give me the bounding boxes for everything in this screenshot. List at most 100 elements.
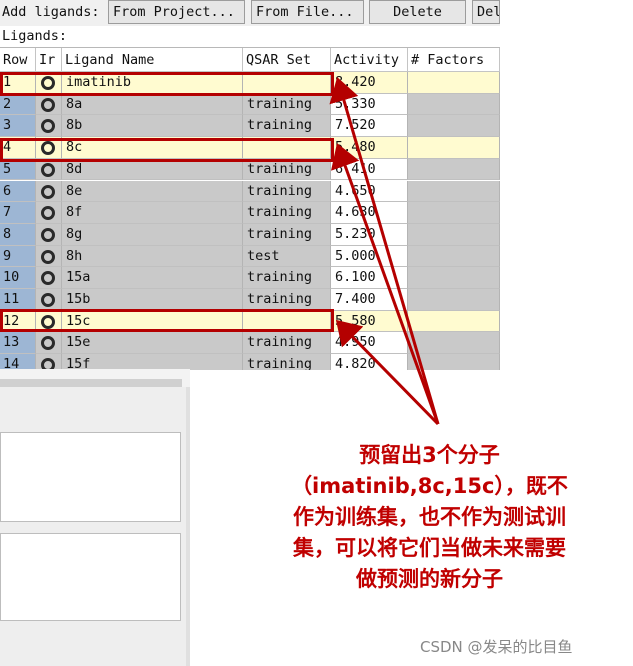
factors-cell[interactable]	[408, 223, 500, 246]
ligand-name-cell[interactable]: 15a	[62, 267, 243, 289]
factors-cell[interactable]	[408, 115, 500, 138]
activity-cell[interactable]: 6.100	[331, 267, 408, 289]
activity-cell[interactable]: 7.400	[331, 289, 408, 311]
include-circle-icon[interactable]	[41, 206, 55, 221]
include-cell[interactable]	[36, 289, 62, 311]
factors-cell[interactable]	[408, 93, 500, 116]
table-row[interactable]: 3 8b training 7.520	[0, 115, 500, 138]
include-cell[interactable]	[36, 332, 62, 355]
activity-cell[interactable]: 7.520	[331, 115, 408, 138]
qsar-set-cell[interactable]: test	[243, 245, 331, 268]
activity-cell[interactable]: 8.420	[331, 72, 408, 94]
factors-cell[interactable]	[408, 180, 500, 203]
include-cell[interactable]	[36, 267, 62, 289]
activity-cell[interactable]: 6.410	[331, 158, 408, 181]
column-header-ligand-name[interactable]: Ligand Name	[62, 48, 243, 72]
column-header-row[interactable]: Row	[0, 48, 36, 72]
activity-cell[interactable]: 5.230	[331, 223, 408, 246]
activity-cell[interactable]: 5.330	[331, 93, 408, 116]
table-row[interactable]: 9 8h test 5.000	[0, 245, 500, 268]
from-project-button[interactable]: From Project...	[108, 0, 245, 24]
qsar-set-cell[interactable]: training	[243, 289, 331, 311]
ligand-name-cell[interactable]: 8h	[62, 245, 243, 268]
factors-cell[interactable]	[408, 245, 500, 268]
activity-cell[interactable]: 5.000	[331, 245, 408, 268]
include-circle-icon[interactable]	[41, 271, 55, 286]
include-cell[interactable]	[36, 115, 62, 138]
row-number-cell[interactable]: 3	[0, 115, 36, 138]
ligand-name-cell[interactable]: 8b	[62, 115, 243, 138]
ligand-name-cell[interactable]: 15e	[62, 332, 243, 355]
row-number-cell[interactable]: 9	[0, 245, 36, 268]
table-row[interactable]: 2 8a training 5.330	[0, 93, 500, 116]
factors-cell[interactable]	[408, 72, 500, 94]
activity-cell[interactable]: 4.820	[331, 354, 408, 370]
ligand-name-cell[interactable]: 15f	[62, 354, 243, 370]
include-cell[interactable]	[36, 158, 62, 181]
include-cell[interactable]	[36, 180, 62, 203]
ligand-name-cell[interactable]: 15b	[62, 289, 243, 311]
column-header-activity[interactable]: Activity	[331, 48, 408, 72]
column-header-ir[interactable]: Ir	[36, 48, 62, 72]
include-circle-icon[interactable]	[41, 162, 55, 177]
activity-cell[interactable]: 5.580	[331, 310, 408, 333]
qsar-set-cell[interactable]: training	[243, 115, 331, 138]
ligand-name-cell[interactable]: 8f	[62, 202, 243, 224]
ligand-name-cell[interactable]: 8g	[62, 223, 243, 246]
activity-cell[interactable]: 4.650	[331, 180, 408, 203]
include-circle-icon[interactable]	[41, 249, 55, 264]
from-file-button[interactable]: From File...	[251, 0, 364, 24]
row-number-cell[interactable]: 7	[0, 202, 36, 224]
factors-cell[interactable]	[408, 289, 500, 311]
ligand-name-cell[interactable]: 8a	[62, 93, 243, 116]
include-cell[interactable]	[36, 223, 62, 246]
table-row[interactable]: 7 8f training 4.630	[0, 202, 500, 224]
row-number-cell[interactable]: 11	[0, 289, 36, 311]
include-cell[interactable]	[36, 202, 62, 224]
row-number-cell[interactable]: 2	[0, 93, 36, 116]
row-number-cell[interactable]: 5	[0, 158, 36, 181]
activity-cell[interactable]: 4.950	[331, 332, 408, 355]
table-row[interactable]: 6 8e training 4.650	[0, 180, 500, 203]
qsar-set-cell[interactable]: training	[243, 223, 331, 246]
include-circle-icon[interactable]	[41, 293, 55, 307]
table-row[interactable]: 13 15e training 4.950	[0, 332, 500, 355]
qsar-set-cell[interactable]: training	[243, 267, 331, 289]
text-area-1[interactable]	[0, 432, 181, 522]
include-cell[interactable]	[36, 93, 62, 116]
include-cell[interactable]	[36, 245, 62, 268]
delete-all-button[interactable]: Del	[472, 0, 500, 24]
delete-button[interactable]: Delete	[369, 0, 466, 24]
text-area-2[interactable]	[0, 533, 181, 621]
column-header-factors[interactable]: # Factors	[408, 48, 500, 72]
include-circle-icon[interactable]	[41, 119, 55, 134]
table-row[interactable]: 14 15f training 4.820	[0, 354, 500, 370]
include-circle-icon[interactable]	[41, 97, 55, 112]
ligand-name-cell[interactable]: 8d	[62, 158, 243, 181]
qsar-set-cell[interactable]: training	[243, 93, 331, 116]
table-row[interactable]: 8 8g training 5.230	[0, 223, 500, 246]
qsar-set-cell[interactable]: training	[243, 202, 331, 224]
table-row[interactable]: 5 8d training 6.410	[0, 158, 500, 181]
include-circle-icon[interactable]	[41, 184, 55, 199]
qsar-set-cell[interactable]: training	[243, 354, 331, 370]
factors-cell[interactable]	[408, 158, 500, 181]
column-header-qsar-set[interactable]: QSAR Set	[243, 48, 331, 72]
row-number-cell[interactable]: 8	[0, 223, 36, 246]
qsar-set-cell[interactable]: training	[243, 180, 331, 203]
row-number-cell[interactable]: 6	[0, 180, 36, 203]
factors-cell[interactable]	[408, 202, 500, 224]
table-row[interactable]: 10 15a training 6.100	[0, 267, 500, 289]
factors-cell[interactable]	[408, 267, 500, 289]
ligand-name-cell[interactable]: 8e	[62, 180, 243, 203]
qsar-set-cell[interactable]: training	[243, 332, 331, 355]
table-row[interactable]: 11 15b training 7.400	[0, 289, 500, 311]
factors-cell[interactable]	[408, 310, 500, 333]
factors-cell[interactable]	[408, 332, 500, 355]
factors-cell[interactable]	[408, 354, 500, 370]
include-cell[interactable]	[36, 354, 62, 370]
qsar-set-cell[interactable]: training	[243, 158, 331, 181]
row-number-cell[interactable]: 13	[0, 332, 36, 355]
factors-cell[interactable]	[408, 137, 500, 159]
row-number-cell[interactable]: 14	[0, 354, 36, 370]
